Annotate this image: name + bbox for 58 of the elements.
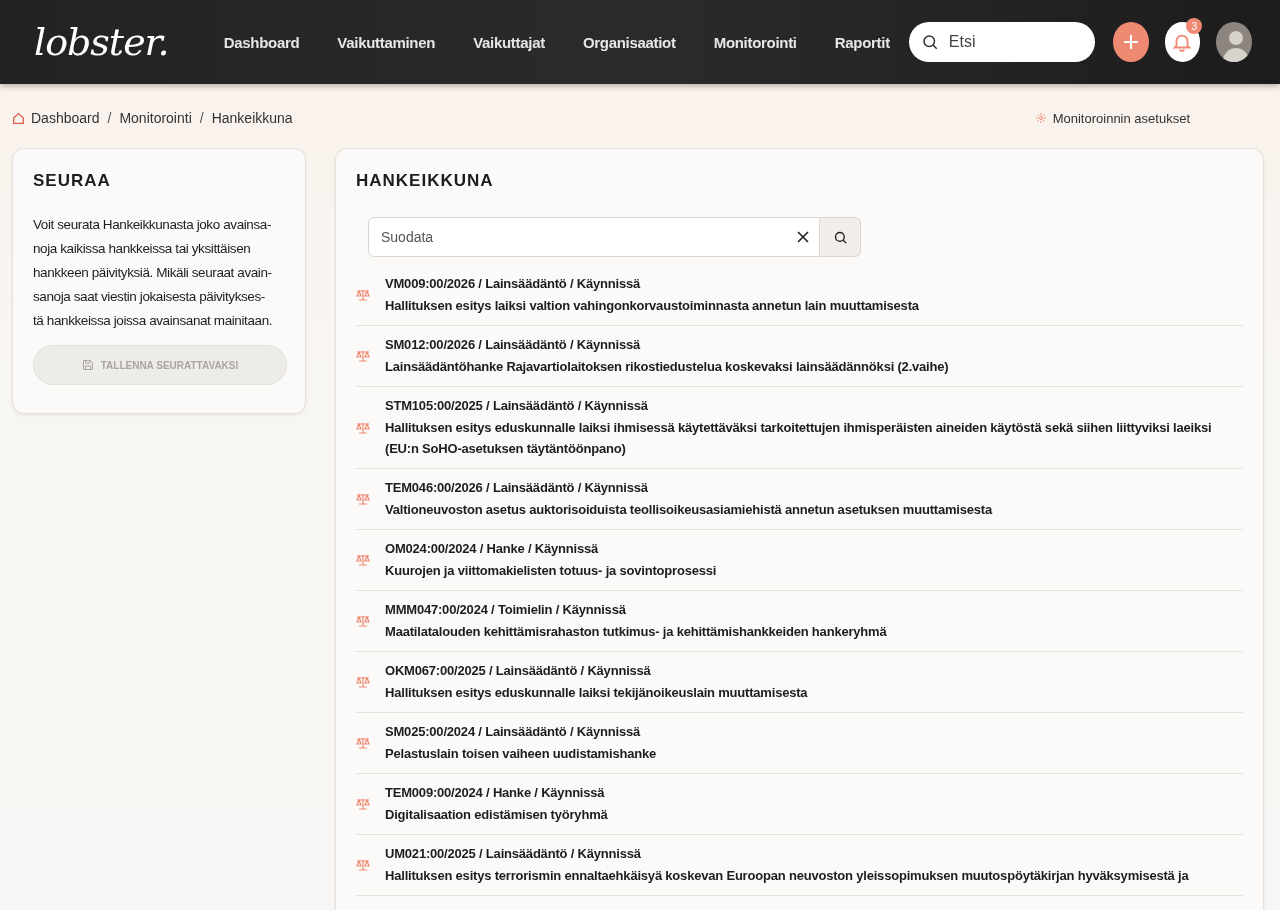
scale-icon <box>356 798 370 810</box>
project-title[interactable]: Hallituksen esitys terrorismin ennaltaehkäisyä koskevan Euroopan neuvoston yleissopimuksen muutospöytäkirjan hyväksymisestä ja <box>385 865 1189 886</box>
scale-icon <box>356 676 370 688</box>
project-title[interactable]: Pelastuslain toisen vaiheen uudistamishanke <box>385 743 656 764</box>
floppy-icon <box>81 359 94 371</box>
nav-link[interactable]: Monitorointi <box>694 33 816 51</box>
filter-field[interactable]: Suodata <box>368 217 820 257</box>
scale-icon <box>356 737 370 749</box>
logo[interactable]: lobster. <box>28 18 175 66</box>
close-icon <box>797 231 809 243</box>
project-title[interactable]: Valtioneuvoston asetus auktorisoiduista teollisoikeusasiamiehistä annetun asetuksen muuttamisesta <box>385 499 992 520</box>
project-title[interactable]: Hallituksen esitys eduskunnalle laiksi ihmisessä käytettäväksi tarkoitettujen ihmisperäisten aineiden käytöstä sekä siihen liittyviksi laeiksi (EU:n SoHO-asetuksen täytäntöönpano) <box>385 417 1243 459</box>
scale-icon <box>356 289 370 301</box>
project-meta[interactable]: OM024:00/2024 / Hanke / Käynnissä <box>385 539 717 558</box>
project-title[interactable]: Hallituksen esitys laiksi valtion vahingonkorvaustoiminnasta annetun lain muuttamisesta <box>385 295 919 316</box>
project-meta[interactable]: TEM009:00/2024 / Hanke / Käynnissä <box>385 783 608 802</box>
plus-icon <box>1121 33 1140 51</box>
add-button[interactable] <box>1112 22 1149 62</box>
card-title: HANKEIKKUNA <box>356 171 495 191</box>
notification-count: 3 <box>1186 18 1203 34</box>
scale-icon <box>356 350 370 362</box>
breadcrumb-separator: / <box>199 110 204 126</box>
avatar[interactable] <box>1216 22 1252 62</box>
project-meta[interactable]: SM025:00/2024 / Lainsäädäntö / Käynnissä <box>385 722 656 741</box>
search-icon <box>832 229 848 245</box>
project-meta[interactable]: VM009:00/2026 / Lainsäädäntö / Käynnissä <box>385 274 919 293</box>
project-title[interactable]: Kuurojen ja viittomakielisten totuus- ja sovintoprosessi <box>385 560 717 581</box>
breadcrumb-separator: / <box>107 110 112 126</box>
home-icon <box>12 111 25 125</box>
breadcrumb-link[interactable]: Dashboard <box>31 110 100 126</box>
project-meta[interactable]: UM021:00/2025 / Lainsäädäntö / Käynnissä <box>385 844 1189 863</box>
project-meta[interactable]: MMM047:00/2024 / Toimielin / Käynnissä <box>385 600 887 619</box>
nav-link[interactable]: Dashboard <box>204 33 319 51</box>
project-meta[interactable]: TEM046:00/2026 / Lainsäädäntö / Käynnissä <box>385 478 992 497</box>
project-title[interactable]: Digitalisaation edistämisen työryhmä <box>385 804 608 825</box>
card-title: SEURAA <box>33 171 112 191</box>
breadcrumb-link[interactable]: Monitorointi <box>119 110 192 126</box>
project-meta[interactable]: SM012:00/2026 / Lainsäädäntö / Käynnissä <box>385 335 949 354</box>
project-title[interactable]: Lainsäädäntöhanke Rajavartiolaitoksen rikostiedustelua koskevaksi lainsäädännöksi (2.vaihe) <box>385 356 949 377</box>
settings-link[interactable]: Monitoroinnin asetukset <box>1034 110 1190 126</box>
nav-link[interactable]: Vaikuttajat <box>454 33 564 51</box>
scale-icon <box>356 615 370 627</box>
nav-link[interactable]: Raportit <box>815 33 909 51</box>
description: Voit seurata Hankeikkunasta joko avainsa- noja kaikissa hankkeissa tai yksittäisen hankkeen päivityksiä. Mikäli seuraat avain- sanoja saat viestin jokaisesta päivitykses- tä hankkeissa joissa avainsanat mainitaan. <box>33 216 274 330</box>
breadcrumb-link[interactable]: Hankeikkuna <box>211 110 293 126</box>
project-meta[interactable]: STM105:00/2025 / Lainsäädäntö / Käynnissä <box>385 396 1243 415</box>
project-title[interactable]: Maatilatalouden kehittämisrahaston tutkimus- ja kehittämishankkeiden hankeryhmä <box>385 621 887 642</box>
nav-link[interactable]: Organisaatiot <box>563 33 695 51</box>
project-meta[interactable]: OKM067:00/2025 / Lainsäädäntö / Käynnissä <box>385 661 808 680</box>
search-field[interactable]: Etsi <box>908 22 1095 62</box>
scale-icon <box>356 421 370 434</box>
search-icon <box>920 33 939 51</box>
scale-icon <box>356 859 370 871</box>
scale-icon <box>356 493 370 505</box>
nav-link[interactable]: Vaikuttaminen <box>318 33 455 51</box>
scale-icon <box>356 554 370 566</box>
search-button[interactable] <box>820 217 861 257</box>
project-title[interactable]: Hallituksen esitys eduskunnalle laiksi tekijänoikeuslain muuttamisesta <box>385 682 808 703</box>
